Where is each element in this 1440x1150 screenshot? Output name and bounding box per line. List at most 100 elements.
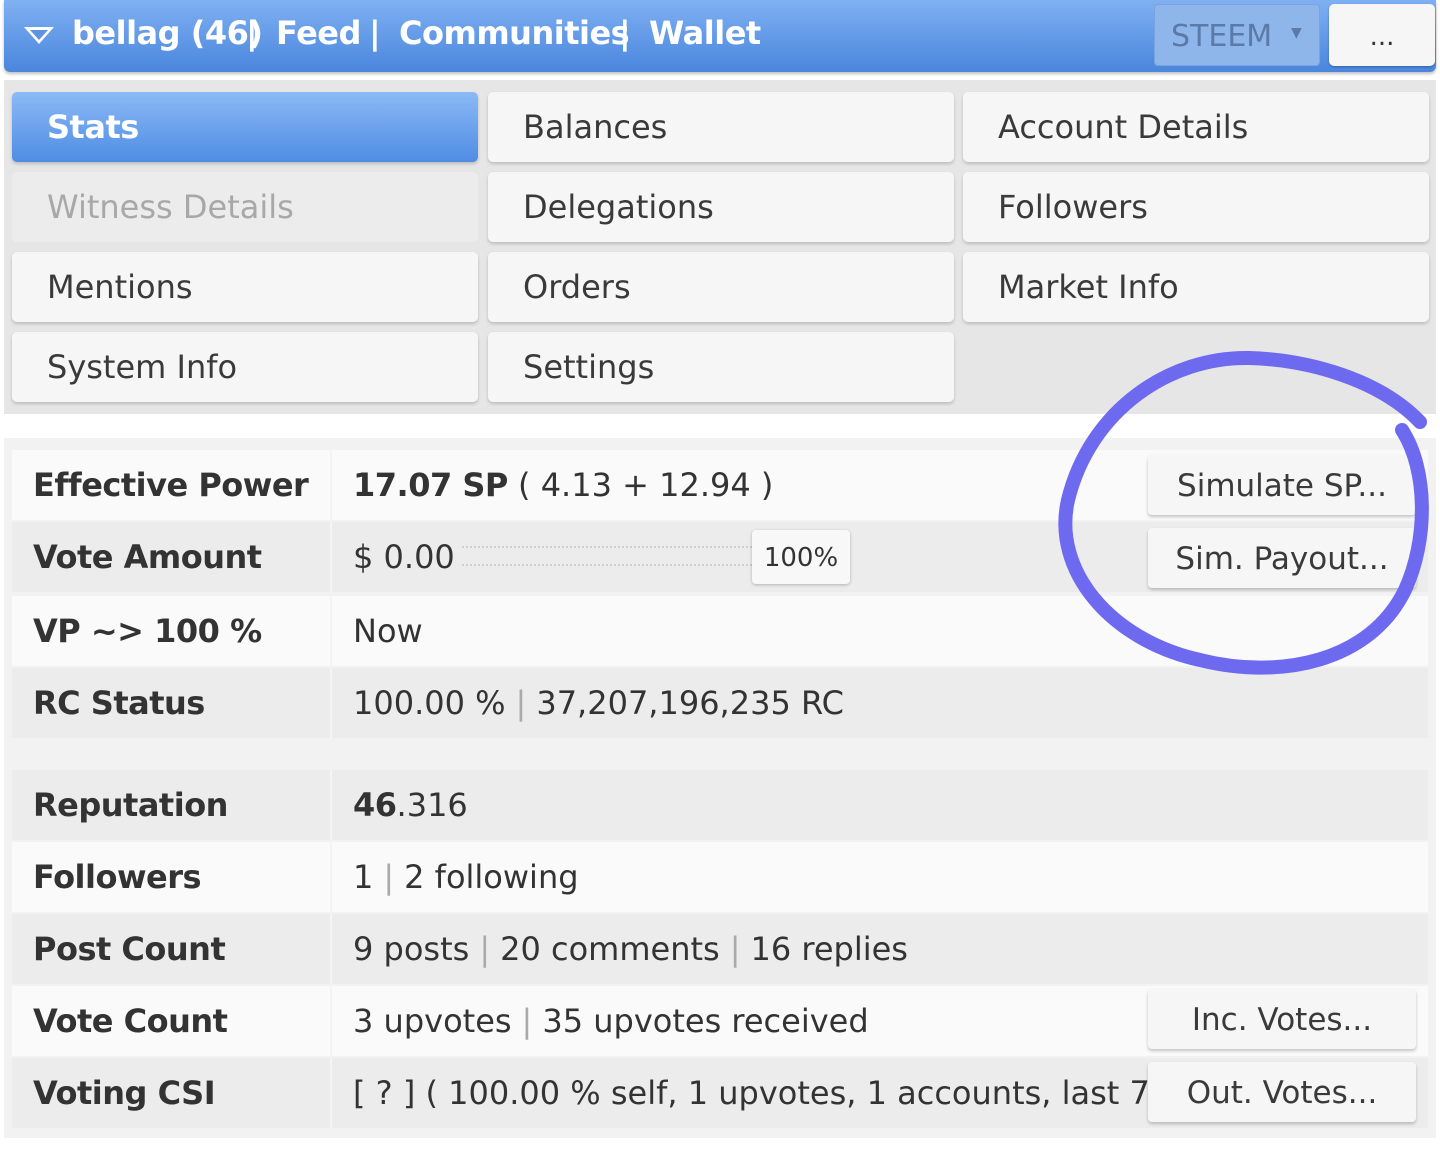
column-divider <box>330 1058 332 1128</box>
column-divider <box>330 668 332 738</box>
replies-count: 16 replies <box>750 930 908 968</box>
reputation-whole: 46 <box>353 786 397 824</box>
simulate-sp-button[interactable]: Simulate SP... <box>1148 455 1416 515</box>
stat-row-rc-status: RC Status 100.00 % | 37,207,196,235 RC <box>12 668 1428 738</box>
value-separator: | <box>729 930 741 968</box>
comments-count: 20 comments <box>500 930 720 968</box>
stat-value: 46.316 <box>353 786 468 824</box>
stat-label: Post Count <box>33 930 226 968</box>
tab-label: Mentions <box>47 268 193 306</box>
vote-weight-percent-button[interactable]: 100% <box>752 530 850 584</box>
stat-row-followers: Followers 1 | 2 following <box>12 842 1428 912</box>
tab-mentions[interactable]: Mentions <box>12 252 478 322</box>
column-divider <box>330 842 332 912</box>
upvotes-count: 3 upvotes <box>353 1002 512 1040</box>
tab-delegations[interactable]: Delegations <box>488 172 954 242</box>
stat-label: VP ~> 100 % <box>33 612 262 650</box>
tab-label: Stats <box>47 108 139 146</box>
wallet-link[interactable]: Wallet <box>649 14 761 52</box>
value-separator: | <box>383 858 395 896</box>
button-label: Out. Votes... <box>1186 1075 1378 1111</box>
incoming-votes-button[interactable]: Inc. Votes... <box>1148 989 1416 1049</box>
vote-weight-percent: 100% <box>763 543 839 573</box>
tab-label: Settings <box>523 348 655 386</box>
stat-value: 1 | 2 following <box>353 858 579 896</box>
button-label: Sim. Payout... <box>1175 541 1389 577</box>
column-divider <box>330 770 332 840</box>
top-nav-bar: bellag (46) | Feed | Communities | Walle… <box>4 0 1436 72</box>
column-divider <box>330 522 332 592</box>
stats-panel: Effective Power 17.07 SP ( 4.13 + 12.94 … <box>4 438 1436 1138</box>
sim-payout-button[interactable]: Sim. Payout... <box>1148 528 1416 588</box>
button-label: Simulate SP... <box>1177 468 1387 504</box>
more-button-label: ... <box>1369 22 1395 52</box>
nav-separator: | <box>246 14 258 52</box>
stat-label: Reputation <box>33 786 228 824</box>
vp-value: Now <box>353 612 423 650</box>
tab-followers[interactable]: Followers <box>963 172 1429 242</box>
tab-label: System Info <box>47 348 238 386</box>
feed-link[interactable]: Feed <box>276 14 361 52</box>
stat-label: RC Status <box>33 684 205 722</box>
nav-separator: | <box>369 14 381 52</box>
tab-orders[interactable]: Orders <box>488 252 954 322</box>
stat-row-reputation: Reputation 46.316 <box>12 770 1428 840</box>
stat-row-post-count: Post Count 9 posts | 20 comments | 16 replie… <box>12 914 1428 984</box>
stat-value: 9 posts | 20 comments | 16 replies <box>353 930 908 968</box>
reputation-fraction: .316 <box>396 786 468 824</box>
tab-label: Market Info <box>998 268 1179 306</box>
stat-label: Followers <box>33 858 202 896</box>
tab-balances[interactable]: Balances <box>488 92 954 162</box>
vote-amount-value: $ 0.00 <box>353 538 455 576</box>
stat-row-vp: VP ~> 100 % Now <box>12 596 1428 666</box>
stat-row-vote-count: Vote Count 3 upvotes | 35 upvotes received… <box>12 986 1428 1056</box>
currency-select[interactable]: STEEM ▼ <box>1154 4 1320 66</box>
tab-label: Account Details <box>998 108 1249 146</box>
stat-value: 3 upvotes | 35 upvotes received <box>353 1002 869 1040</box>
upvotes-received: 35 upvotes received <box>542 1002 869 1040</box>
tab-market-info[interactable]: Market Info <box>963 252 1429 322</box>
posts-count: 9 posts <box>353 930 470 968</box>
column-divider <box>330 596 332 666</box>
user-link[interactable]: bellag (46) <box>72 14 263 52</box>
stat-row-voting-csi: Voting CSI [ ? ] ( 100.00 % self, 1 upvo… <box>12 1058 1428 1128</box>
stat-label: Vote Count <box>33 1002 228 1040</box>
dropdown-triangle-icon[interactable] <box>24 27 54 44</box>
tab-label: Delegations <box>523 188 714 226</box>
nav-separator: | <box>619 14 631 52</box>
more-button[interactable]: ... <box>1329 4 1435 66</box>
button-label: Inc. Votes... <box>1191 1002 1373 1038</box>
section-menu: Stats Balances Account Details Witness D… <box>4 80 1436 414</box>
column-divider <box>330 914 332 984</box>
outgoing-votes-button[interactable]: Out. Votes... <box>1148 1062 1416 1122</box>
caret-down-icon: ▼ <box>1291 25 1302 41</box>
following-count: 2 following <box>404 858 579 896</box>
tab-settings[interactable]: Settings <box>488 332 954 402</box>
column-divider <box>330 450 332 520</box>
tab-label: Followers <box>998 188 1148 226</box>
currency-select-value: STEEM <box>1171 19 1273 54</box>
value-separator: | <box>479 930 491 968</box>
tab-label: Orders <box>523 268 631 306</box>
value-separator: | <box>521 1002 533 1040</box>
tab-label: Witness Details <box>47 188 294 226</box>
tab-label: Balances <box>523 108 668 146</box>
vote-weight-slider[interactable] <box>462 546 752 566</box>
stat-row-vote-amount: Vote Amount $ 0.00 100% Sim. Payout... <box>12 522 1428 592</box>
tab-system-info[interactable]: System Info <box>12 332 478 402</box>
stat-label: Vote Amount <box>33 538 262 576</box>
communities-link[interactable]: Communities <box>399 14 630 52</box>
stat-label: Voting CSI <box>33 1074 216 1112</box>
tab-account-details[interactable]: Account Details <box>963 92 1429 162</box>
rc-percent: 100.00 % <box>353 684 506 722</box>
effective-power-sp: 17.07 SP <box>353 466 508 504</box>
column-divider <box>330 986 332 1056</box>
stat-row-effective-power: Effective Power 17.07 SP ( 4.13 + 12.94 … <box>12 450 1428 520</box>
stat-label: Effective Power <box>33 466 309 504</box>
rc-amount: 37,207,196,235 RC <box>536 684 844 722</box>
stat-value: 100.00 % | 37,207,196,235 RC <box>353 684 844 722</box>
voting-csi-value: [ ? ] ( 100.00 % self, 1 upvotes, 1 acco… <box>353 1074 1193 1112</box>
effective-power-detail: ( 4.13 + 12.94 ) <box>518 466 774 504</box>
followers-count: 1 <box>353 858 374 896</box>
tab-stats[interactable]: Stats <box>12 92 478 162</box>
